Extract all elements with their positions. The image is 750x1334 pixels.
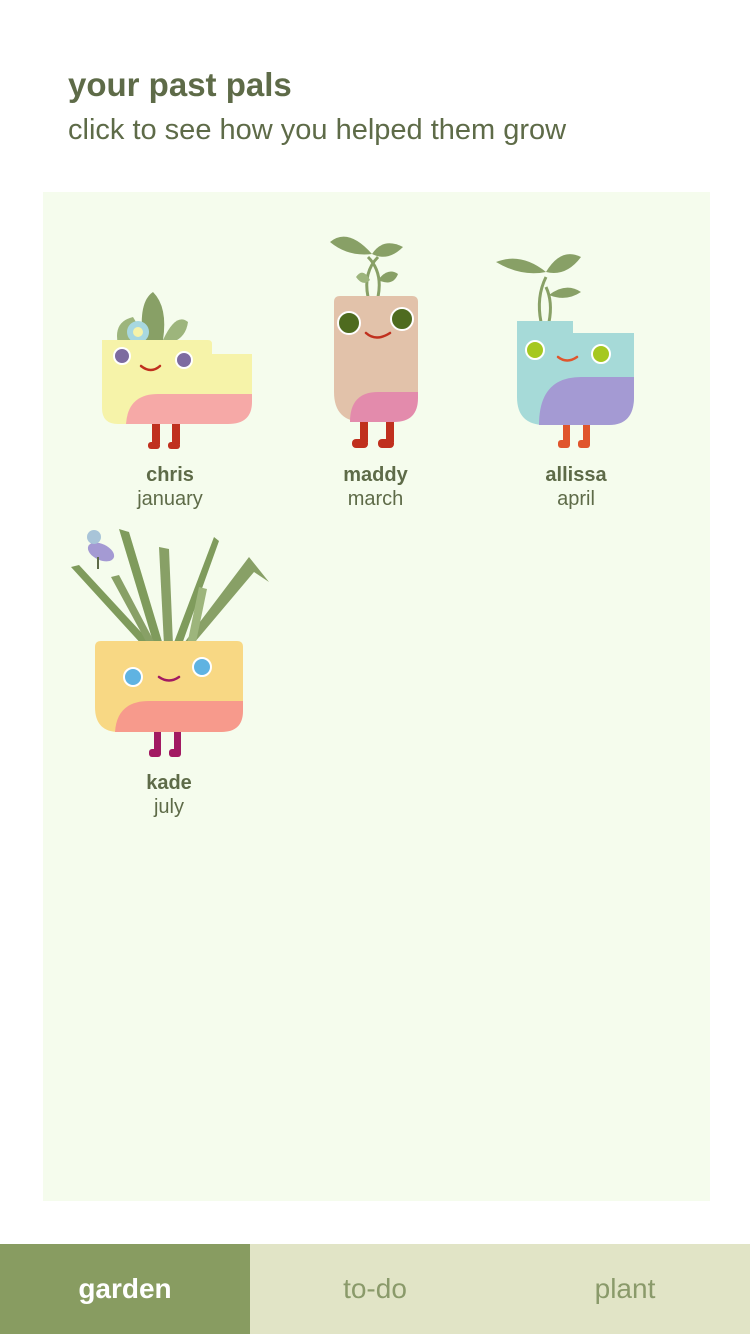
pal-name: chris — [146, 464, 194, 486]
pot-character-allissa-icon — [496, 254, 634, 448]
garden-panel: chris january maddy march allissa april … — [43, 192, 710, 1201]
pal-card-kade[interactable]: kade july — [69, 527, 269, 827]
pal-month: march — [347, 488, 404, 510]
pal-name: kade — [146, 772, 192, 794]
pal-card-chris[interactable]: chris january — [88, 282, 252, 522]
page-subtitle: click to see how you helped them grow — [68, 114, 567, 146]
bottom-nav: garden to-do plant — [0, 1244, 750, 1334]
pot-character-chris-icon — [102, 292, 252, 449]
pal-month: april — [557, 488, 595, 510]
pal-card-allissa[interactable]: allissa april — [491, 247, 661, 522]
page-title: your past pals — [68, 66, 292, 103]
pal-month: january — [137, 488, 203, 510]
tab-to-do[interactable]: to-do — [250, 1244, 500, 1334]
pal-name: allissa — [545, 464, 607, 486]
tab-plant[interactable]: plant — [500, 1244, 750, 1334]
pal-card-maddy[interactable]: maddy march — [308, 232, 443, 522]
tab-garden[interactable]: garden — [0, 1244, 250, 1334]
pal-month: july — [153, 796, 184, 818]
pot-character-kade-icon — [71, 529, 269, 757]
pal-name: maddy — [343, 464, 408, 486]
pot-character-maddy-icon — [330, 236, 418, 448]
